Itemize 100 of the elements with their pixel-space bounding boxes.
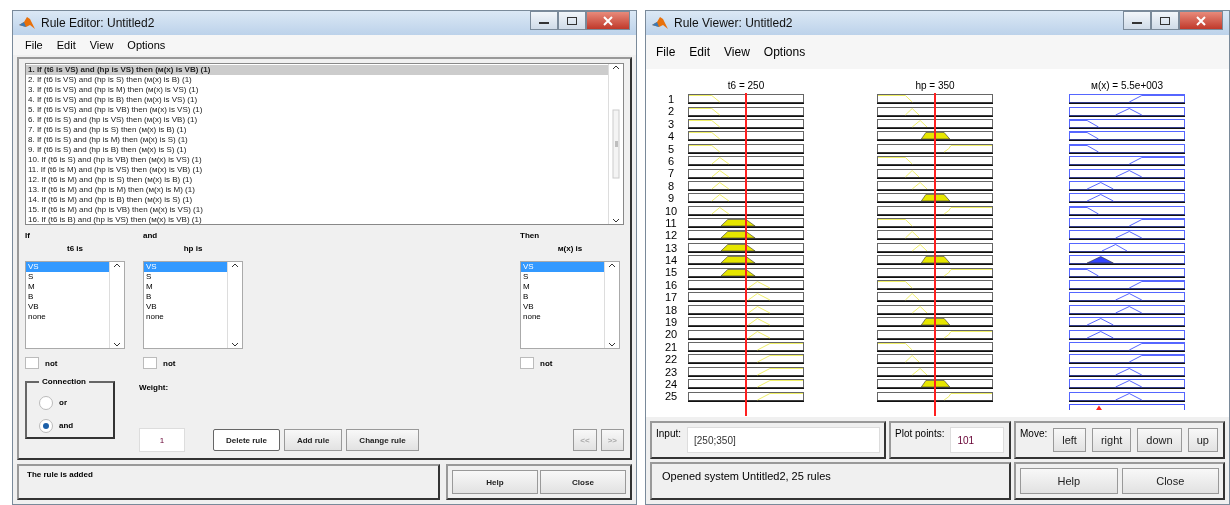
minimize-button[interactable] [1123,11,1151,30]
term-item[interactable]: M [521,282,604,293]
rule-number: 5 [667,142,675,155]
rule-item[interactable]: 15. If (t6 is M) and (hp is VB) then (м(x) is VS) (1) [26,205,608,215]
move-button[interactable]: left [1053,428,1086,452]
scroll-up-icon[interactable] [113,262,121,269]
checkbox-label: not [163,358,176,368]
rule-item[interactable]: 13. If (t6 is M) and (hp is M) then (м(x) is M) (1) [26,185,608,195]
term-item[interactable]: VB [26,302,109,313]
rule-action-button[interactable]: Change rule [346,429,419,451]
not-checkbox[interactable] [25,357,39,369]
not-checkbox[interactable] [143,357,157,369]
rule-action-button[interactable]: Delete rule [213,429,280,451]
term-list[interactable]: VS S M B VB none [520,261,620,349]
term-item[interactable]: none [26,312,109,323]
rule-item[interactable]: 1. If (t6 is VS) and (hp is VS) then (м(x) is VB) (1) [26,65,608,75]
scroll-down-icon[interactable] [612,218,620,224]
term-list[interactable]: VS S M B VB none [25,261,125,349]
menu-item[interactable]: View [89,39,114,51]
move-button[interactable]: up [1187,428,1218,452]
menu-item[interactable]: Edit [689,45,711,59]
window-title: Rule Editor: Untitled2 [41,16,156,30]
rule-item[interactable]: 6. If (t6 is S) and (hp is VS) then (м(x) is VB) (1) [26,115,608,125]
variable-value-label: м(x) = 5.5e+003 [1090,80,1164,91]
rule-number: 4 [667,130,675,143]
scroll-down-icon[interactable] [113,342,121,348]
scroll-down-icon[interactable] [231,342,239,348]
close-button[interactable] [1179,11,1223,30]
term-list[interactable]: VS S M B VB none [143,261,243,349]
rule-item[interactable]: 3. If (t6 is VS) and (hp is M) then (м(x) is VS) (1) [26,85,608,95]
term-item[interactable]: none [521,312,604,323]
rule-item[interactable]: 7. If (t6 is S) and (hp is S) then (м(x) is B) (1) [26,125,608,135]
connector-label: If [25,231,31,242]
footer-button[interactable]: Help [1020,468,1118,494]
plot-points-field[interactable]: 101 [950,427,1005,453]
scroll-up-icon[interactable] [612,64,620,70]
term-item[interactable]: M [144,282,227,293]
input-label: Input: [656,427,682,439]
rule-list[interactable] [25,63,624,225]
variable-heading: м(x) is [556,244,584,256]
rule-item[interactable]: 11. If (t6 is M) and (hp is VS) then (м(x) is VB) (1) [26,165,608,175]
minimize-button[interactable] [530,11,558,30]
rule-number: 16 [664,278,678,292]
rule-number: 19 [664,316,678,329]
variable-heading: hp is [182,244,204,256]
term-item[interactable]: VB [144,302,227,313]
rule-item[interactable]: 12. If (t6 is M) and (hp is S) then (м(x) is B) (1) [26,175,608,185]
rule-item[interactable]: 2. If (t6 is VS) and (hp is S) then (м(x) is B) (1) [26,75,608,85]
term-item[interactable]: S [26,272,109,283]
menu-item[interactable]: Edit [56,39,76,51]
move-button[interactable]: down [1137,428,1182,452]
rule-number: 15 [664,266,678,279]
radio-button[interactable] [39,395,53,410]
scrollbar[interactable] [608,64,623,224]
rule-action-button[interactable]: Add rule [283,429,343,451]
weight-field[interactable]: 1 [139,428,185,452]
term-item[interactable]: none [144,312,227,323]
rule-item[interactable]: 10. If (t6 is S) and (hp is VB) then (м(x) is VS) (1) [26,155,608,165]
input-marker-line[interactable] [745,93,747,416]
maximize-button[interactable] [558,11,586,30]
rule-item[interactable]: 4. If (t6 is VS) and (hp is B) then (м(x) is VS) (1) [26,95,608,105]
term-item[interactable]: VB [521,302,604,313]
footer-button[interactable]: Help [452,470,538,494]
scroll-down-icon[interactable] [608,342,616,348]
variable-heading: t6 is [66,244,84,256]
move-button[interactable]: right [1091,428,1132,452]
close-icon [1195,15,1207,26]
term-item[interactable]: S [144,272,227,283]
scroll-up-icon[interactable] [608,262,616,269]
term-item[interactable]: B [521,292,604,303]
rule-item[interactable]: 5. If (t6 is VS) and (hp is VB) then (м(x) is VS) (1) [26,105,608,115]
close-button[interactable] [586,11,630,30]
input-marker-line[interactable] [934,93,936,416]
footer-button[interactable]: Close [1121,468,1219,494]
maximize-icon [566,15,578,26]
input-field[interactable]: [250;350] [687,427,880,453]
variable-value-label: hp = 350 [914,80,956,91]
footer-button[interactable]: Close [540,470,626,494]
rule-item[interactable]: 14. If (t6 is M) and (hp is B) then (м(x) is S) (1) [26,195,608,205]
rule-number: 22 [664,353,678,366]
rule-number: 24 [664,378,678,391]
menu-item[interactable]: File [25,39,43,51]
term-item[interactable]: B [26,292,109,303]
scroll-up-icon[interactable] [231,262,239,269]
not-checkbox[interactable] [520,357,534,369]
term-item[interactable]: B [144,292,227,303]
term-item[interactable]: M [26,282,109,293]
status-message: The rule is added [17,464,440,500]
maximize-button[interactable] [1151,11,1179,30]
rule-number: 2 [667,105,675,118]
rule-item[interactable]: 16. If (t6 is B) and (hp is VS) then (м(x) is VB) (1) [26,215,608,225]
menu-item[interactable]: Options [763,45,806,59]
radio-button[interactable] [39,418,53,433]
rule-item[interactable]: 8. If (t6 is S) and (hp is M) then (м(x) is S) (1) [26,135,608,145]
rule-item[interactable]: 9. If (t6 is S) and (hp is B) then (м(x) is S) (1) [26,145,608,155]
app-icon [652,16,668,30]
menu-item[interactable]: Options [127,39,166,51]
term-item[interactable]: S [521,272,604,283]
menu-item[interactable]: File [656,45,676,59]
menu-item[interactable]: View [724,45,750,59]
